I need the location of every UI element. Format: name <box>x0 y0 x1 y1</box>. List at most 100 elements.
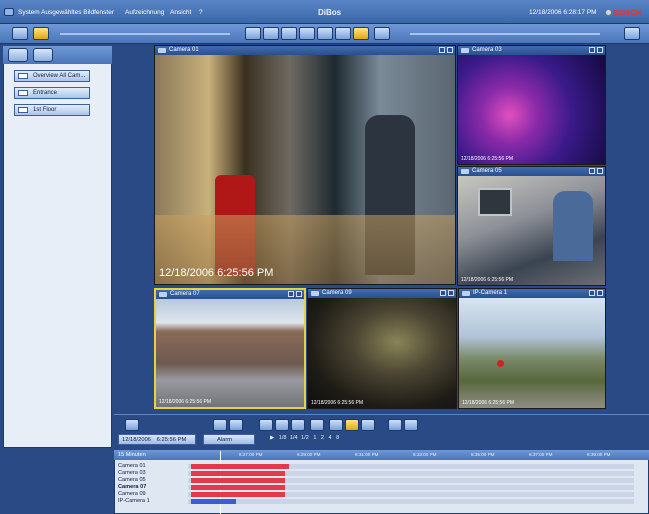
camera-timestamp: 12/18/2006 6:25:56 PM <box>461 277 513 283</box>
bosch-logo-icon <box>605 9 612 16</box>
timeline-tick: 6:29:00 PM <box>297 452 321 457</box>
camera-video: 12/18/2006 6:25:56 PM <box>155 55 455 284</box>
view-label: Entrance <box>33 90 58 96</box>
timeline-row-label: Camera 03 <box>118 470 146 476</box>
view-overview-all-cameras[interactable]: Overview All Cam... <box>14 70 90 82</box>
speed-1[interactable]: 1 <box>313 435 316 441</box>
layout-1plus7-button[interactable] <box>317 27 333 40</box>
camera-toggle-button[interactable] <box>624 27 640 40</box>
app-icon[interactable] <box>4 8 14 16</box>
camera-name: Camera 07 <box>170 291 200 297</box>
menu-view[interactable]: Ansicht <box>170 9 191 16</box>
menu-system[interactable]: System <box>18 9 40 16</box>
speed-1-8[interactable]: 1/8 <box>279 435 287 441</box>
close-icon[interactable] <box>597 47 603 53</box>
maximize-icon[interactable] <box>439 47 445 53</box>
sync-playback-button[interactable] <box>125 419 139 431</box>
rewind-button[interactable] <box>291 419 305 431</box>
camera-window-03[interactable]: Camera 03 12/18/2006 6:25:56 PM <box>457 45 606 165</box>
camera-icon <box>462 291 470 296</box>
step-back-button[interactable] <box>275 419 289 431</box>
monitor <box>478 188 512 216</box>
camera-name: Camera 01 <box>169 47 199 53</box>
recording-segment[interactable] <box>191 478 285 483</box>
camera-window-05[interactable]: Camera 05 12/18/2006 6:25:56 PM <box>457 166 606 286</box>
maximize-icon[interactable] <box>589 290 595 296</box>
playback-mode-button[interactable] <box>33 27 49 40</box>
layout-2x2-button[interactable] <box>263 27 279 40</box>
menu-help[interactable]: ? <box>199 9 203 16</box>
layout-4x4-button[interactable] <box>335 27 351 40</box>
speed-1-2[interactable]: 1/2 <box>301 435 309 441</box>
menu-selected-window[interactable]: Ausgewähltes Bildfenster <box>41 9 114 16</box>
view-1st-floor[interactable]: 1st Floor <box>14 104 90 116</box>
recording-segment[interactable] <box>191 464 289 469</box>
view-entrance[interactable]: Entrance <box>14 87 90 99</box>
speed-8[interactable]: 8 <box>336 435 339 441</box>
camera-icon <box>461 169 469 174</box>
camera-window-ip-1[interactable]: IP-Camera 1 12/18/2006 6:25:56 PM <box>458 288 606 409</box>
recording-segment[interactable] <box>191 499 236 504</box>
camera-title-bar: Camera 03 <box>458 46 605 55</box>
live-mode-button[interactable] <box>12 27 28 40</box>
speed-1-4[interactable]: 1/4 <box>290 435 298 441</box>
maximize-icon[interactable] <box>589 168 595 174</box>
timeline-range-label[interactable]: 15 Minuten <box>118 452 146 458</box>
camera-name: Camera 05 <box>472 168 502 174</box>
red-marker <box>497 360 504 367</box>
timeline-tick: 6:33:00 PM <box>413 452 437 457</box>
person-figure <box>553 191 593 261</box>
maximize-icon[interactable] <box>440 290 446 296</box>
recording-segment[interactable] <box>191 471 285 476</box>
tab-cameras[interactable] <box>8 48 28 62</box>
recording-segment[interactable] <box>191 485 285 490</box>
speed-4[interactable]: 4 <box>329 435 332 441</box>
camera-timestamp: 12/18/2006 6:25:56 PM <box>311 400 363 406</box>
recording-segment[interactable] <box>191 492 285 497</box>
close-icon[interactable] <box>597 290 603 296</box>
layout-3x3-button[interactable] <box>299 27 315 40</box>
camera-timestamp: 12/18/2006 6:25:56 PM <box>159 267 274 279</box>
timeline-tick: 6:35:00 PM <box>471 452 495 457</box>
search-button[interactable] <box>229 419 243 431</box>
timeline-track[interactable] <box>188 499 634 504</box>
playback-datetime-field[interactable]: 12/18/2006 6:25:56 PM <box>118 434 196 445</box>
camera-video: 12/18/2006 6:25:56 PM <box>458 176 605 285</box>
fullscreen-button[interactable] <box>374 27 390 40</box>
camera-window-09[interactable]: Camera 09 12/18/2006 6:25:56 PM <box>307 288 457 409</box>
maximize-icon[interactable] <box>589 47 595 53</box>
pause-button[interactable] <box>310 419 324 431</box>
view-label: Overview All Cam... <box>33 73 86 79</box>
close-icon[interactable] <box>447 47 453 53</box>
skip-end-button[interactable] <box>361 419 375 431</box>
view-label: 1st Floor <box>33 107 57 113</box>
camera-title-bar: Camera 09 <box>308 289 456 298</box>
audio-button[interactable] <box>404 419 418 431</box>
camera-video: 12/18/2006 6:25:56 PM <box>458 55 605 164</box>
alarm-filter-dropdown[interactable]: Alarm <box>203 434 255 445</box>
export-button[interactable] <box>213 419 227 431</box>
close-icon[interactable] <box>448 290 454 296</box>
camera-title-bar: Camera 07 <box>156 290 304 299</box>
camera-window-01[interactable]: Camera 01 12/18/2006 6:25:56 PM <box>154 45 456 285</box>
layout-1plus5-button[interactable] <box>281 27 297 40</box>
camera-video: 12/18/2006 6:25:56 PM <box>156 299 304 407</box>
close-icon[interactable] <box>597 168 603 174</box>
camera-video: 12/18/2006 6:25:56 PM <box>308 298 456 408</box>
speed-2[interactable]: 2 <box>321 435 324 441</box>
layout-1x1-button[interactable] <box>245 27 261 40</box>
tab-favorites[interactable] <box>33 48 53 62</box>
speed-selector[interactable]: ▶ 1/8 1/4 1/2 1 2 4 8 <box>270 435 339 441</box>
close-icon[interactable] <box>296 291 302 297</box>
bookmark-button[interactable] <box>388 419 402 431</box>
menu-recording[interactable]: Aufzeichnung <box>125 9 164 16</box>
layout-custom-button[interactable] <box>353 27 369 40</box>
maximize-icon[interactable] <box>288 291 294 297</box>
skip-start-button[interactable] <box>259 419 273 431</box>
play-button[interactable] <box>345 419 359 431</box>
step-forward-button[interactable] <box>329 419 343 431</box>
timeline-row-label: Camera 09 <box>118 491 146 497</box>
brand-logo: BOSCH <box>614 8 642 17</box>
camera-window-07[interactable]: Camera 07 12/18/2006 6:25:56 PM <box>154 288 306 409</box>
camera-icon <box>311 291 319 296</box>
